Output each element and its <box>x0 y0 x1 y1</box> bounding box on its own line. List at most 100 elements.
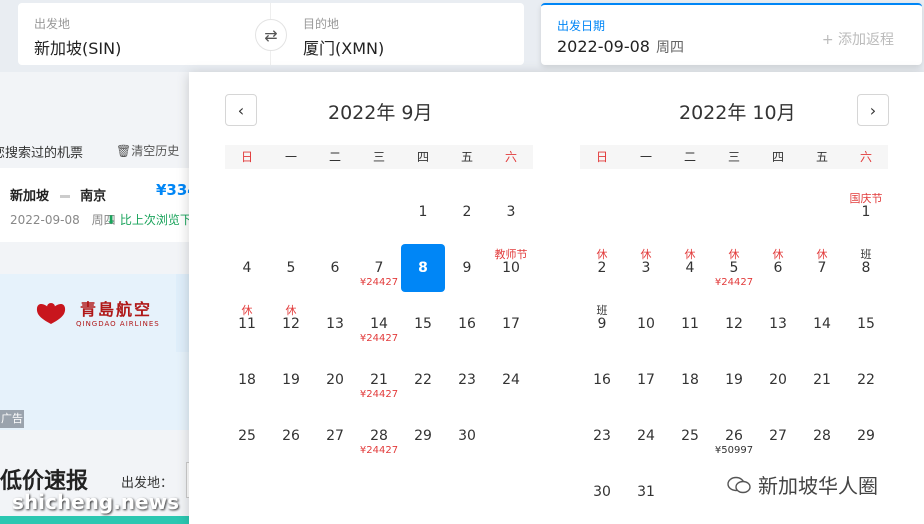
day-number: 17 <box>637 372 655 388</box>
calendar-day[interactable]: 23 <box>445 356 489 404</box>
clear-history-button[interactable]: 🗑清空历史 <box>116 142 179 159</box>
weekday-header: 六 <box>859 150 872 164</box>
calendar-day[interactable]: 班9 <box>580 300 624 348</box>
departure-value[interactable]: 新加坡(SIN) <box>34 35 121 59</box>
calendar-day[interactable]: 28 <box>800 412 844 460</box>
calendar-day[interactable]: 20 <box>756 356 800 404</box>
calendar-day[interactable]: 19 <box>712 356 756 404</box>
destination-value[interactable]: 厦门(XMN) <box>303 35 384 59</box>
calendar-day[interactable]: 24 <box>489 356 533 404</box>
day-number: 26 <box>282 428 300 444</box>
prev-month-button[interactable]: ‹ <box>225 94 257 126</box>
calendar-day[interactable]: 17 <box>489 300 533 348</box>
calendar-day[interactable]: 30 <box>445 412 489 460</box>
weekday-header: 四 <box>771 150 784 164</box>
calendar-day[interactable]: 1 <box>401 188 445 236</box>
history-date-value: 2022-09-08 <box>10 213 80 227</box>
weekday-header: 一 <box>284 150 297 164</box>
add-return-button[interactable]: + 添加返程 <box>822 29 894 49</box>
calendar-day[interactable]: 23 <box>580 412 624 460</box>
calendar-day[interactable]: 7 ¥24427 <box>357 244 401 292</box>
departure-field[interactable]: 出发地 新加坡(SIN) <box>18 3 270 65</box>
watermark-right: 新加坡华人圈 <box>726 470 878 499</box>
calendar-day[interactable]: 26 ¥50997 <box>712 412 756 460</box>
calendar-day[interactable]: 3 <box>489 188 533 236</box>
calendar-day[interactable]: 14 ¥24427 <box>357 300 401 348</box>
calendar-day[interactable]: 27 <box>756 412 800 460</box>
weekday-header: 一 <box>639 150 652 164</box>
calendar-day[interactable]: 29 <box>844 412 888 460</box>
calendar-day[interactable]: 12 <box>712 300 756 348</box>
watermark-right-text: 新加坡华人圈 <box>758 474 878 498</box>
calendar-day[interactable]: 9 <box>445 244 489 292</box>
day-number: 20 <box>769 372 787 388</box>
day-price: ¥24427 <box>359 277 399 288</box>
calendar-day[interactable]: 15 <box>844 300 888 348</box>
calendar-day[interactable]: 教师节 10 <box>489 244 533 292</box>
day-number: 10 <box>637 316 655 332</box>
calendar-day[interactable]: 26 <box>269 412 313 460</box>
calendar-day[interactable]: 19 <box>269 356 313 404</box>
day-number: 11 <box>681 316 699 332</box>
day-price: ¥24427 <box>359 389 399 400</box>
calendar-day[interactable]: 22 <box>844 356 888 404</box>
calendar-day[interactable]: 11 <box>668 300 712 348</box>
calendar-day-selected[interactable]: 8 <box>401 244 445 292</box>
calendar-day[interactable]: 29 <box>401 412 445 460</box>
calendar-day[interactable]: 21 ¥24427 <box>357 356 401 404</box>
calendar-day[interactable]: 15 <box>401 300 445 348</box>
calendar-day[interactable]: 休6 <box>756 244 800 292</box>
calendar-day[interactable]: 18 <box>225 356 269 404</box>
calendar-day[interactable]: 25 <box>225 412 269 460</box>
day-number: 13 <box>326 316 344 332</box>
calendar-day[interactable]: 13 <box>756 300 800 348</box>
day-number: 8 <box>418 260 428 276</box>
qingdao-airlines-logo-icon <box>36 303 66 324</box>
calendar-day[interactable]: 国庆节 1 <box>844 188 888 236</box>
calendar-day[interactable]: 31 <box>624 468 668 516</box>
departure-date-value[interactable]: 2022-09-08 <box>557 37 650 56</box>
departure-date-display: 2022-09-08 周四 <box>557 37 684 57</box>
swap-icon[interactable]: ⇄ <box>255 19 287 51</box>
weekday-header: 三 <box>372 150 385 164</box>
calendar-day[interactable]: 休7 <box>800 244 844 292</box>
weekday-header: 四 <box>416 150 429 164</box>
calendar-day[interactable]: 21 <box>800 356 844 404</box>
next-month-button[interactable]: › <box>857 94 889 126</box>
calendar-day[interactable]: 休 12 <box>269 300 313 348</box>
day-number: 19 <box>725 372 743 388</box>
calendar-day[interactable]: 24 <box>624 412 668 460</box>
calendar-day[interactable]: 休 11 <box>225 300 269 348</box>
calendar-day[interactable]: 班8 <box>844 244 888 292</box>
weekday-header: 五 <box>460 150 473 164</box>
calendar-day[interactable]: 17 <box>624 356 668 404</box>
calendar-day[interactable]: 28 ¥24427 <box>357 412 401 460</box>
calendar-day[interactable]: 14 <box>800 300 844 348</box>
day-number: 15 <box>857 316 875 332</box>
calendar-day[interactable]: 16 <box>580 356 624 404</box>
ad-banner[interactable]: 青島航空 QINGDAO AIRLINES 广告 <box>0 274 190 430</box>
calendar-day[interactable]: 休2 <box>580 244 624 292</box>
day-number: 11 <box>238 316 256 332</box>
day-number: 16 <box>593 372 611 388</box>
day-number: 25 <box>238 428 256 444</box>
calendar-day[interactable]: 22 <box>401 356 445 404</box>
calendar-day[interactable]: 16 <box>445 300 489 348</box>
calendar-day[interactable]: 4 <box>225 244 269 292</box>
day-number: 29 <box>414 428 432 444</box>
calendar-day[interactable]: 18 <box>668 356 712 404</box>
calendar-day[interactable]: 10 <box>624 300 668 348</box>
day-number: 6 <box>330 260 340 276</box>
day-number: 5 <box>729 260 739 276</box>
destination-field[interactable]: 目的地 厦门(XMN) <box>270 3 524 65</box>
calendar-day[interactable]: 休 5 ¥24427 <box>712 244 756 292</box>
calendar-day[interactable]: 休3 <box>624 244 668 292</box>
calendar-day[interactable]: 2 <box>445 188 489 236</box>
calendar-day[interactable]: 30 <box>580 468 624 516</box>
day-number: 27 <box>326 428 344 444</box>
departure-date-field[interactable]: 出发日期 2022-09-08 周四 + 添加返程 <box>541 3 922 65</box>
day-number: 8 <box>861 260 871 276</box>
history-card[interactable]: 新加坡 南京 ¥334 2022-09-08 周四 ⬇ 比上次浏览下 <box>0 168 198 242</box>
calendar-day[interactable]: 5 <box>269 244 313 292</box>
day-number: 4 <box>685 260 695 276</box>
